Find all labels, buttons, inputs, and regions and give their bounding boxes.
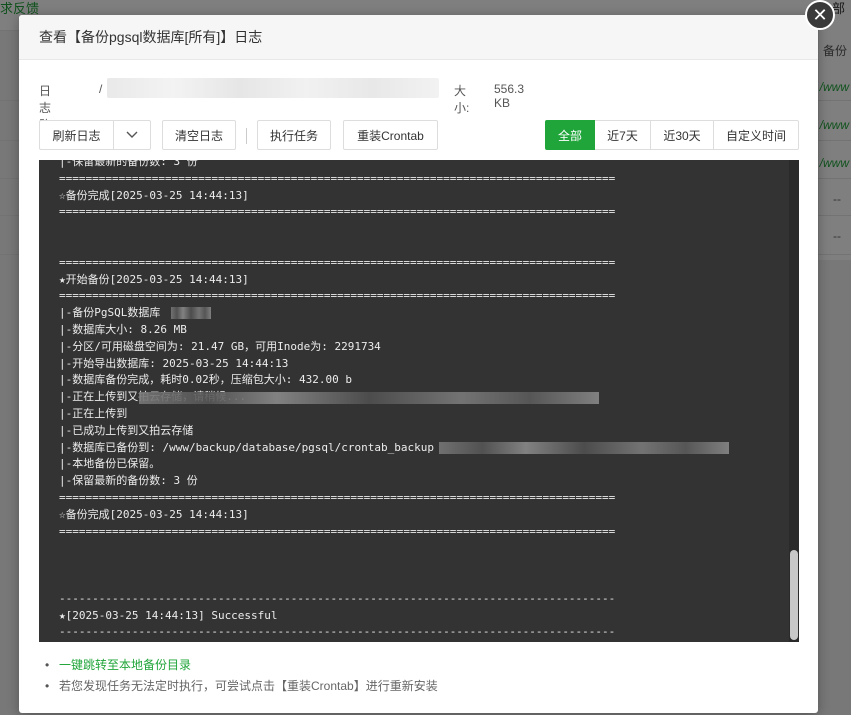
refresh-log-button[interactable]: 刷新日志 [39, 120, 113, 150]
toolbar-divider [246, 128, 247, 144]
close-icon: ✕ [812, 4, 828, 25]
filter-all-tab[interactable]: 全部 [545, 120, 595, 150]
log-scrollbar[interactable] [789, 160, 799, 642]
redacted-backup-filename [439, 442, 729, 454]
reinstall-crontab-button[interactable]: 重装Crontab [343, 120, 438, 150]
log-dialog: 查看【备份pgsql数据库[所有]】日志 日志路径: / 大小: 556.3 K… [19, 15, 818, 713]
scrollbar-thumb[interactable] [790, 550, 798, 640]
size-value: 556.3 KB [494, 82, 525, 110]
reinstall-hint-text: 若您发现任务无法定时执行，可尝试点击【重装Crontab】进行重新安装 [59, 679, 438, 693]
refresh-dropdown-button[interactable] [113, 120, 151, 150]
clear-log-button[interactable]: 清空日志 [162, 120, 236, 150]
tip-item: 一键跳转至本地备份目录 [39, 655, 438, 676]
dialog-title: 查看【备份pgsql数据库[所有]】日志 [39, 29, 263, 45]
filter-custom-time-tab[interactable]: 自定义时间 [714, 120, 799, 150]
log-toolbar: 刷新日志 清空日志 执行任务 重装Crontab 全部 近7天 近30天 自定义… [39, 120, 799, 152]
close-dialog-button[interactable]: ✕ [805, 0, 835, 30]
tip-item: 若您发现任务无法定时执行，可尝试点击【重装Crontab】进行重新安装 [39, 676, 438, 697]
redacted-upload-target [139, 392, 599, 404]
log-path-value: / [99, 82, 103, 96]
log-output[interactable]: |-保留最新的备份数: 3 份 ========================… [39, 160, 799, 642]
redacted-path [107, 78, 439, 98]
run-task-button[interactable]: 执行任务 [257, 120, 331, 150]
tips-list: 一键跳转至本地备份目录 若您发现任务无法定时执行，可尝试点击【重装Crontab… [39, 655, 438, 697]
redacted-db-name [171, 307, 211, 319]
filter-30days-tab[interactable]: 近30天 [651, 120, 714, 150]
filter-7days-tab[interactable]: 近7天 [595, 120, 651, 150]
jump-to-backup-dir-link[interactable]: 一键跳转至本地备份目录 [59, 658, 191, 672]
size-label: 大小: [454, 84, 470, 115]
dialog-header: 查看【备份pgsql数据库[所有]】日志 [19, 15, 818, 60]
chevron-down-icon [126, 131, 138, 138]
